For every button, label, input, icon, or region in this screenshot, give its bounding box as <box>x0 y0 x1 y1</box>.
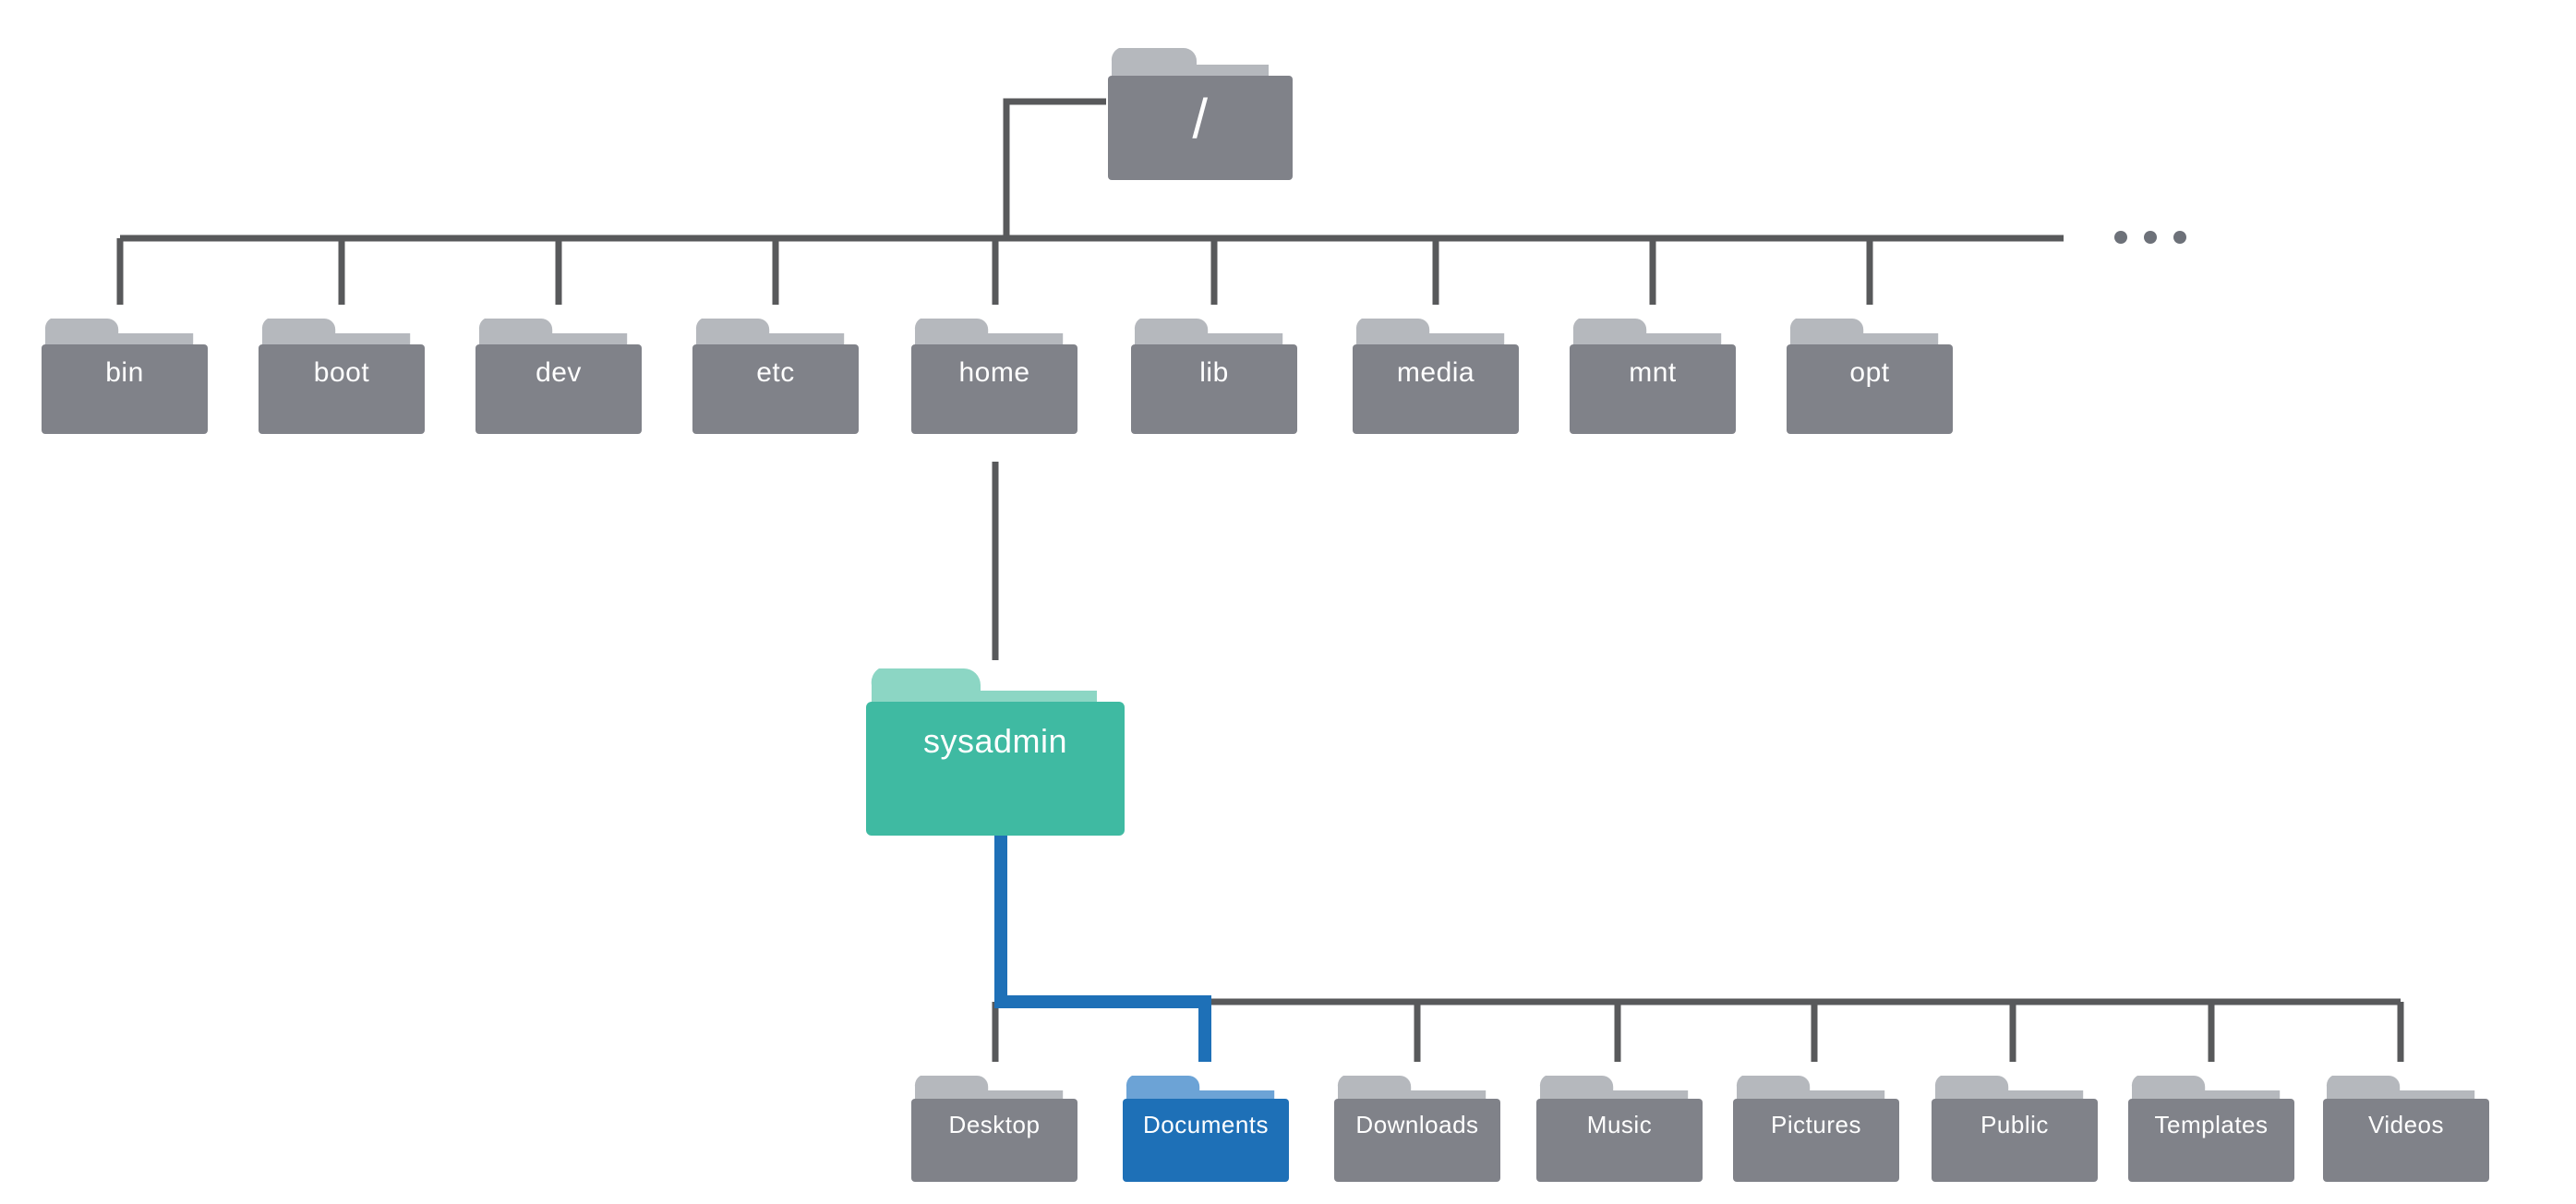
folder-bin: bin <box>42 309 208 434</box>
filesystem-tree-diagram: / bin boot dev etc home lib media mnt op… <box>0 0 2576 1204</box>
folder-etc: etc <box>692 309 859 434</box>
folder-home-label: home <box>911 357 1077 389</box>
folder-templates: Templates <box>2128 1066 2294 1182</box>
folder-root-label: / <box>1108 87 1293 150</box>
folder-sysadmin-label: sysadmin <box>866 722 1125 761</box>
folder-etc-label: etc <box>692 357 859 389</box>
folder-media: media <box>1353 309 1519 434</box>
ellipsis-icon <box>2114 231 2186 244</box>
folder-opt-label: opt <box>1787 357 1953 389</box>
folder-mnt-label: mnt <box>1570 357 1736 389</box>
folder-documents: Documents <box>1123 1066 1289 1182</box>
folder-dev-label: dev <box>475 357 642 389</box>
folder-boot-label: boot <box>259 357 425 389</box>
folder-dev: dev <box>475 309 642 434</box>
folder-pictures: Pictures <box>1733 1066 1899 1182</box>
folder-videos-label: Videos <box>2323 1111 2489 1139</box>
folder-public: Public <box>1932 1066 2098 1182</box>
folder-boot: boot <box>259 309 425 434</box>
folder-bin-label: bin <box>42 357 208 389</box>
folder-desktop-label: Desktop <box>911 1111 1077 1139</box>
folder-media-label: media <box>1353 357 1519 389</box>
folder-home: home <box>911 309 1077 434</box>
folder-desktop: Desktop <box>911 1066 1077 1182</box>
folder-mnt: mnt <box>1570 309 1736 434</box>
folder-downloads-label: Downloads <box>1334 1111 1500 1139</box>
folder-music-label: Music <box>1536 1111 1703 1139</box>
folder-lib: lib <box>1131 309 1297 434</box>
folder-downloads: Downloads <box>1334 1066 1500 1182</box>
folder-videos: Videos <box>2323 1066 2489 1182</box>
folder-opt: opt <box>1787 309 1953 434</box>
folder-root: / <box>1108 37 1293 180</box>
folder-public-label: Public <box>1932 1111 2098 1139</box>
folder-sysadmin: sysadmin <box>866 656 1125 836</box>
connector-lines <box>0 0 2576 1204</box>
folder-templates-label: Templates <box>2128 1111 2294 1139</box>
folder-documents-label: Documents <box>1123 1111 1289 1139</box>
folder-pictures-label: Pictures <box>1733 1111 1899 1139</box>
folder-lib-label: lib <box>1131 357 1297 389</box>
folder-music: Music <box>1536 1066 1703 1182</box>
